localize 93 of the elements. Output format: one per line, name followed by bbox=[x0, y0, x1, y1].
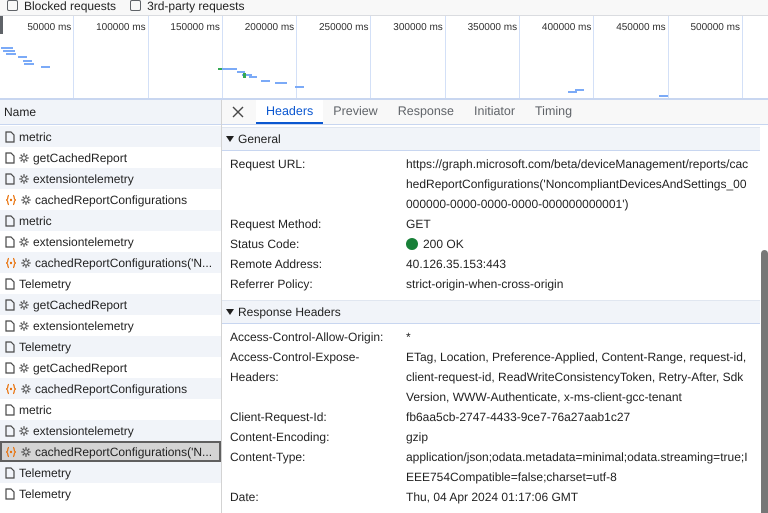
request-name: extensiontelemetry bbox=[33, 234, 134, 248]
header-name: Content-Encoding: bbox=[230, 429, 330, 446]
header-name: Status Code: bbox=[230, 236, 300, 253]
header-value: * bbox=[406, 330, 411, 344]
braces-icon bbox=[5, 194, 17, 206]
request-name: cachedReportConfigurations bbox=[35, 192, 188, 206]
request-row[interactable]: cachedReportConfigurations('N... bbox=[0, 252, 221, 273]
header-value: application/json;odata.metadata=minimal;odata.streaming=true;IEEE754Compatible=false;charset=utf-8 bbox=[406, 450, 748, 484]
header-value: strict-origin-when-cross-origin bbox=[406, 277, 564, 291]
document-icon bbox=[5, 152, 15, 164]
time-tick-label: 350000 ms bbox=[468, 22, 518, 33]
request-row[interactable]: cachedReportConfigurations bbox=[0, 378, 221, 399]
document-icon bbox=[5, 130, 15, 142]
braces-icon bbox=[5, 256, 17, 268]
request-name: metric bbox=[19, 130, 52, 144]
document-icon bbox=[5, 172, 15, 184]
time-tick-label: 400000 ms bbox=[542, 22, 592, 33]
request-name: cachedReportConfigurations('N... bbox=[35, 444, 212, 458]
tab[interactable]: Initiator bbox=[464, 100, 526, 124]
request-row[interactable]: cachedReportConfigurations('N... bbox=[0, 441, 221, 462]
header-value: Thu, 04 Apr 2024 01:17:06 GMT bbox=[406, 490, 578, 504]
time-tick-label: 150000 ms bbox=[170, 22, 220, 33]
request-name: Telemetry bbox=[19, 466, 72, 480]
time-tick-label: 50000 ms bbox=[27, 22, 72, 33]
time-tick-label: 500000 ms bbox=[690, 22, 740, 33]
checkbox[interactable] bbox=[7, 0, 18, 11]
request-row[interactable]: Telemetry bbox=[0, 336, 221, 357]
time-tick-label: 100000 ms bbox=[96, 22, 146, 33]
checkbox-label: 3rd-party requests bbox=[147, 0, 244, 12]
request-name: extensiontelemetry bbox=[33, 424, 134, 438]
section-header[interactable]: Response Headers bbox=[222, 300, 760, 324]
request-row[interactable]: metric bbox=[0, 126, 221, 147]
request-row[interactable]: extensiontelemetry bbox=[0, 420, 221, 441]
section-title: General bbox=[238, 132, 281, 146]
tab[interactable]: Response bbox=[388, 100, 464, 124]
header-value: 200 OK bbox=[423, 237, 464, 251]
document-icon bbox=[5, 362, 15, 374]
header-value: https://graph.microsoft.com/beta/deviceManagement/reports/cachedReportConfigurations('NoncompliantDevicesAndSettings_00000000-0000-0000-0000-000000000001') bbox=[406, 157, 748, 211]
request-name: extensiontelemetry bbox=[33, 172, 134, 186]
time-tick-label: 300000 ms bbox=[393, 22, 443, 33]
document-icon bbox=[5, 404, 15, 416]
header-value: gzip bbox=[406, 430, 428, 444]
request-name: metric bbox=[19, 402, 52, 416]
request-name: getCachedReport bbox=[33, 298, 128, 312]
document-icon bbox=[5, 424, 15, 436]
header-name: Content-Type: bbox=[230, 449, 306, 466]
section-title: Response Headers bbox=[238, 305, 341, 319]
time-tick-label: 200000 ms bbox=[244, 22, 294, 33]
tab[interactable]: Preview bbox=[323, 100, 388, 124]
document-icon bbox=[5, 320, 15, 332]
time-tick-label: 250000 ms bbox=[319, 22, 368, 33]
document-icon bbox=[5, 236, 15, 248]
request-name: cachedReportConfigurations bbox=[35, 382, 188, 396]
document-icon bbox=[5, 488, 15, 500]
document-icon bbox=[5, 466, 15, 478]
time-tick-label: 450000 ms bbox=[616, 22, 666, 33]
request-name: Telemetry bbox=[19, 276, 72, 290]
request-name: metric bbox=[19, 214, 52, 228]
document-icon bbox=[5, 340, 15, 352]
request-row[interactable]: Telemetry bbox=[0, 462, 221, 483]
tab[interactable]: Headers bbox=[256, 100, 324, 124]
header-name: Remote Address: bbox=[230, 256, 324, 273]
request-name: cachedReportConfigurations('N... bbox=[35, 256, 212, 270]
header-name: Request Method: bbox=[230, 216, 322, 233]
document-icon bbox=[5, 214, 15, 226]
request-name: extensiontelemetry bbox=[33, 318, 134, 332]
checkbox[interactable] bbox=[130, 0, 142, 11]
header-value: GET bbox=[406, 217, 431, 231]
request-name: Telemetry bbox=[19, 340, 72, 354]
request-name: getCachedReport bbox=[33, 150, 128, 164]
request-row[interactable]: getCachedReport bbox=[0, 294, 221, 315]
header-name: Access-Control-Allow-Origin: bbox=[230, 329, 384, 346]
section-header[interactable]: General bbox=[222, 127, 760, 151]
request-row[interactable]: metric bbox=[0, 210, 221, 231]
request-name: Telemetry bbox=[19, 486, 72, 500]
braces-icon bbox=[5, 446, 17, 458]
scrollbar-thumb[interactable] bbox=[761, 250, 768, 513]
header-name: Date: bbox=[230, 489, 260, 506]
checkbox-label: Blocked requests bbox=[24, 0, 116, 12]
header-name: Client-Request-Id: bbox=[230, 409, 328, 426]
column-header[interactable]: Name bbox=[4, 105, 36, 119]
header-name: Request URL: bbox=[230, 156, 306, 173]
header-name: Access-Control-Expose-Headers: bbox=[230, 349, 360, 386]
document-icon bbox=[5, 298, 15, 310]
request-name: getCachedReport bbox=[33, 360, 128, 374]
tab[interactable]: Timing bbox=[525, 100, 582, 124]
header-value: fb6aa5cb-2747-4433-9ce7-76a27aab1c27 bbox=[406, 410, 630, 424]
document-icon bbox=[5, 278, 15, 290]
close-icon[interactable] bbox=[232, 106, 244, 118]
header-value: 40.126.35.153:443 bbox=[406, 257, 506, 271]
braces-icon bbox=[5, 382, 17, 394]
request-row[interactable]: extensiontelemetry bbox=[0, 168, 221, 189]
header-name: Referrer Policy: bbox=[230, 276, 314, 293]
